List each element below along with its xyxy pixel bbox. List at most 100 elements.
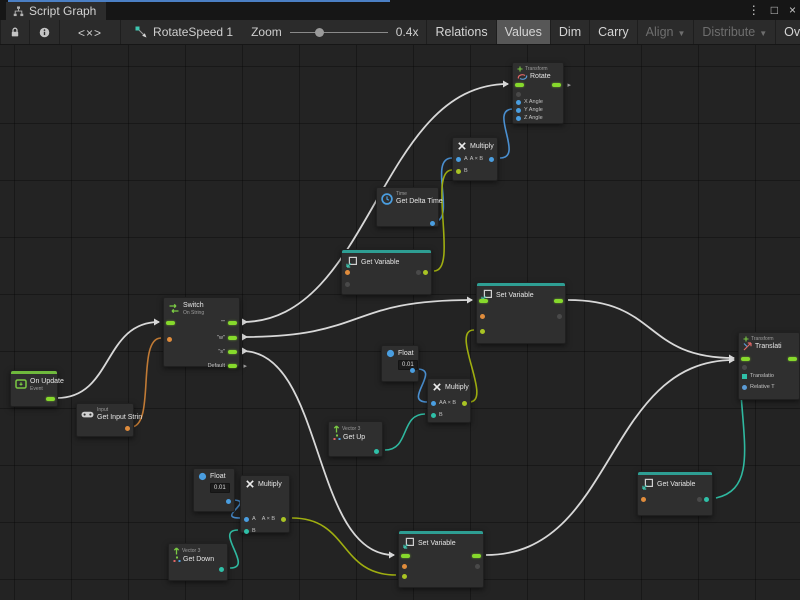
toolbar-button-distribute[interactable]: Distribute▼: [693, 20, 775, 44]
toolbar-button-dim[interactable]: Dim: [550, 20, 589, 44]
node-switch-on-string[interactable]: SwitchOn String"""w""s"Default▸: [163, 297, 240, 367]
value-port-left-4[interactable]: [516, 108, 521, 113]
value-port-left-2[interactable]: [516, 92, 521, 97]
node-title-text: Translati: [755, 342, 782, 351]
port-label: X Angle: [524, 99, 543, 106]
value-port-right-4[interactable]: [557, 314, 562, 319]
value-port-left-1[interactable]: [402, 564, 407, 569]
node-translate[interactable]: TransformTranslatiTranslatioRelative T: [738, 332, 800, 400]
node-float-1[interactable]: Float0.01: [381, 345, 419, 382]
node-get-variable-1[interactable]: Get Variable: [341, 249, 432, 295]
window-maximize-button[interactable]: □: [771, 0, 778, 20]
flow-port-left-0[interactable]: [741, 357, 750, 361]
flow-port-right-3[interactable]: [472, 554, 481, 558]
variable-icon: [642, 478, 654, 490]
info-button[interactable]: [30, 20, 60, 45]
value-port-right-0[interactable]: [125, 426, 130, 431]
flow-port-left-0[interactable]: [166, 321, 175, 325]
flow-port-right-4[interactable]: [228, 350, 237, 354]
lock-icon: [10, 27, 20, 38]
value-port-left-4[interactable]: [742, 385, 747, 390]
flow-port-right-3[interactable]: [554, 299, 563, 303]
graph-canvas[interactable]: On UpdateEvent InputGet Input Strin Switch…: [0, 45, 800, 600]
lock-button[interactable]: [0, 20, 30, 45]
code-preview-button[interactable]: <×>: [60, 20, 121, 45]
value-port-right-2[interactable]: [489, 157, 494, 162]
node-on-update[interactable]: On UpdateEvent: [10, 370, 58, 407]
value-port-right-0[interactable]: [430, 221, 435, 226]
node-set-variable-mid[interactable]: Set Variable: [476, 282, 566, 344]
value-port-left-0[interactable]: [456, 157, 461, 162]
flow-port-left-0[interactable]: [479, 299, 488, 303]
value-port-left-3[interactable]: [516, 100, 521, 105]
toolbar-button-values[interactable]: Values: [496, 20, 550, 44]
toolbar-button-label: Overview: [784, 25, 800, 39]
window-menu-button[interactable]: ⋮: [748, 0, 760, 20]
node-multiply-1[interactable]: MultiplyABA × B: [452, 137, 498, 181]
value-port-left-1[interactable]: [345, 282, 350, 287]
flow-port-right-3[interactable]: [228, 336, 237, 340]
node-header-text: Float: [210, 472, 226, 481]
value-port-left-2[interactable]: [742, 365, 747, 370]
node-header: Float: [194, 469, 234, 482]
node-title: Multiply: [470, 142, 494, 151]
value-port-right-0[interactable]: [410, 368, 415, 373]
arrow-up-mini-icon: [333, 425, 340, 433]
value-port-right-0[interactable]: [219, 567, 224, 572]
flow-port-left-0[interactable]: [515, 83, 524, 87]
node-title-text: Set Variable: [418, 539, 456, 548]
node-set-variable-bottom[interactable]: Set Variable: [398, 530, 484, 588]
value-port-left-0[interactable]: [244, 517, 249, 522]
node-get-delta-time[interactable]: TimeGet Delta Time: [376, 187, 439, 227]
toolbar-button-align[interactable]: Align▼: [637, 20, 694, 44]
value-port-left-1[interactable]: [480, 314, 485, 319]
node-title-text: Get Delta Time: [396, 197, 443, 206]
node-float-2[interactable]: Float 0.01: [193, 468, 235, 512]
toolbar-button-overview[interactable]: Overview: [775, 20, 800, 44]
value-input[interactable]: 0.01: [210, 483, 230, 493]
value-port-left-0[interactable]: [345, 270, 350, 275]
flow-port-right-1[interactable]: [552, 83, 561, 87]
value-port-right-0[interactable]: [226, 499, 231, 504]
toolbar-button-relations[interactable]: Relations: [426, 20, 495, 44]
flow-port-right-5[interactable]: [228, 364, 237, 368]
node-title: Rotate: [517, 72, 551, 81]
node-get-down[interactable]: Vector 3Get Down: [168, 543, 228, 581]
value-port-left-2[interactable]: [480, 329, 485, 334]
zoom-slider-handle[interactable]: [315, 28, 324, 37]
window-close-button[interactable]: ×: [789, 0, 796, 20]
zoom-slider[interactable]: [290, 20, 388, 45]
toolbar-button-carry[interactable]: Carry: [589, 20, 637, 44]
tab-script-graph[interactable]: Script Graph: [6, 2, 106, 20]
flow-port-right-2[interactable]: [228, 321, 237, 325]
value-port-left-5[interactable]: [516, 116, 521, 121]
graph-breadcrumb[interactable]: RotateSpeed 1: [121, 20, 243, 44]
node-get-variable-2[interactable]: Get Variable: [637, 471, 713, 516]
value-port-left-1[interactable]: [244, 529, 249, 534]
flow-port-right-1[interactable]: [788, 357, 797, 361]
value-port-left-2[interactable]: [402, 574, 407, 579]
value-port-right-2[interactable]: [704, 497, 709, 502]
value-port-right-3[interactable]: [423, 270, 428, 275]
value-port-right-2[interactable]: [462, 401, 467, 406]
value-port-left-1[interactable]: [431, 413, 436, 418]
value-port-left-3[interactable]: [742, 374, 747, 379]
flow-port-left-0[interactable]: [401, 554, 410, 558]
flow-port-right-0[interactable]: [46, 397, 55, 401]
value-port-left-1[interactable]: [167, 337, 172, 342]
value-port-right-2[interactable]: [416, 270, 421, 275]
event-icon: [15, 379, 27, 390]
value-port-right-4[interactable]: [475, 564, 480, 569]
node-multiply-3[interactable]: MultiplyABA × B: [240, 475, 290, 533]
node-get-input-string[interactable]: InputGet Input Strin: [76, 403, 134, 437]
node-multiply-2[interactable]: MultiplyABA × B: [427, 378, 471, 423]
value-port-right-0[interactable]: [374, 449, 379, 454]
value-port-right-1[interactable]: [697, 497, 702, 502]
value-port-left-1[interactable]: [456, 169, 461, 174]
value-port-left-0[interactable]: [641, 497, 646, 502]
toolbar-button-label: Align: [646, 25, 674, 39]
value-port-left-0[interactable]: [431, 401, 436, 406]
value-port-right-2[interactable]: [281, 517, 286, 522]
node-rotate[interactable]: TransformRotate▸X AngleY AngleZ Angle: [512, 62, 564, 124]
node-get-up[interactable]: Vector 3Get Up: [328, 421, 383, 457]
